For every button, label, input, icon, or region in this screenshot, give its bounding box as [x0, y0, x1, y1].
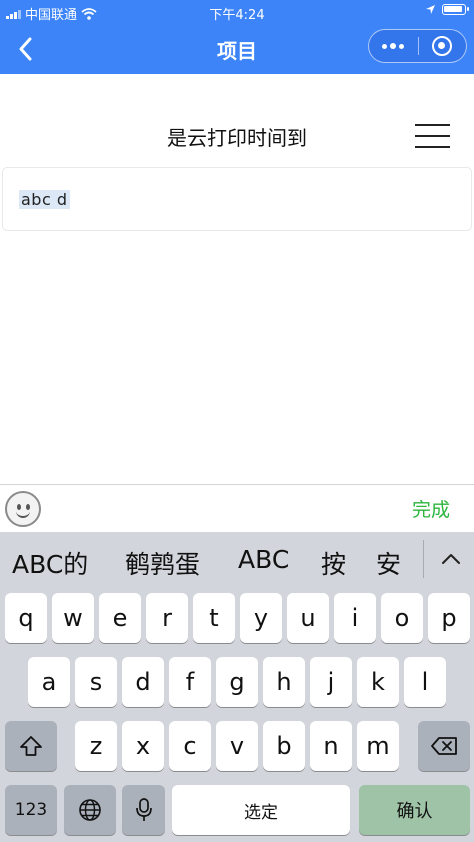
- battery-icon: [442, 4, 469, 15]
- key-c[interactable]: c: [169, 721, 211, 771]
- candidate-item[interactable]: ABC的: [12, 545, 88, 581]
- key-l[interactable]: l: [404, 657, 446, 707]
- keyboard: ABC的 鹌鹑蛋 ABC 按 安 q w e r t y u i o p a s…: [0, 532, 474, 842]
- key-f[interactable]: f: [169, 657, 211, 707]
- location-arrow-icon: [426, 5, 435, 14]
- candidate-item[interactable]: 鹌鹑蛋: [125, 545, 200, 581]
- key-z[interactable]: z: [75, 721, 117, 771]
- globe-key[interactable]: [64, 785, 116, 835]
- candidate-bar: ABC的 鹌鹑蛋 ABC 按 安: [0, 532, 474, 587]
- status-right: [425, 4, 469, 15]
- more-dots-icon: [382, 43, 405, 49]
- delete-key[interactable]: [418, 721, 470, 771]
- key-w[interactable]: w: [52, 593, 94, 643]
- delete-icon: [431, 737, 457, 755]
- shift-key[interactable]: [5, 721, 57, 771]
- key-m[interactable]: m: [357, 721, 399, 771]
- emoji-button[interactable]: [5, 491, 41, 527]
- mini-program-capsule: [368, 29, 467, 63]
- key-s[interactable]: s: [75, 657, 117, 707]
- key-a[interactable]: a: [28, 657, 70, 707]
- candidate-item[interactable]: ABC: [238, 545, 289, 574]
- nav-bar: 项目: [0, 24, 474, 74]
- text-input[interactable]: abc d: [2, 167, 472, 231]
- candidate-divider: [423, 540, 424, 578]
- menu-button[interactable]: [415, 122, 453, 150]
- microphone-key[interactable]: [122, 785, 165, 835]
- key-q[interactable]: q: [5, 593, 47, 643]
- text-input-value: abc d: [19, 190, 70, 209]
- key-x[interactable]: x: [122, 721, 164, 771]
- key-t[interactable]: t: [193, 593, 235, 643]
- microphone-icon: [135, 798, 152, 821]
- globe-icon: [79, 799, 101, 821]
- key-g[interactable]: g: [216, 657, 258, 707]
- key-u[interactable]: u: [287, 593, 329, 643]
- keyboard-accessory-bar: 完成: [0, 484, 474, 532]
- candidate-item[interactable]: 安: [376, 545, 401, 581]
- done-button[interactable]: 完成: [412, 495, 450, 522]
- close-target-icon: [432, 36, 453, 56]
- key-d[interactable]: d: [122, 657, 164, 707]
- confirm-key[interactable]: 确认: [359, 785, 470, 835]
- close-button[interactable]: [418, 30, 466, 62]
- key-b[interactable]: b: [263, 721, 305, 771]
- key-h[interactable]: h: [263, 657, 305, 707]
- expand-candidates-button[interactable]: [434, 542, 468, 576]
- key-y[interactable]: y: [240, 593, 282, 643]
- key-k[interactable]: k: [357, 657, 399, 707]
- key-e[interactable]: e: [99, 593, 141, 643]
- content-heading: 是云打印时间到: [167, 126, 307, 150]
- status-time: 下午4:24: [209, 8, 265, 23]
- chevron-up-icon: [442, 554, 460, 564]
- shift-icon: [20, 736, 42, 756]
- key-i[interactable]: i: [334, 593, 376, 643]
- key-v[interactable]: v: [216, 721, 258, 771]
- key-o[interactable]: o: [381, 593, 423, 643]
- candidate-item[interactable]: 按: [321, 545, 346, 581]
- key-j[interactable]: j: [310, 657, 352, 707]
- space-key[interactable]: 选定: [172, 785, 350, 835]
- key-p[interactable]: p: [428, 593, 470, 643]
- key-r[interactable]: r: [146, 593, 188, 643]
- status-bar: 中国联通 下午4:24: [0, 0, 474, 24]
- key-n[interactable]: n: [310, 721, 352, 771]
- number-key[interactable]: 123: [5, 785, 57, 835]
- more-button[interactable]: [369, 30, 418, 62]
